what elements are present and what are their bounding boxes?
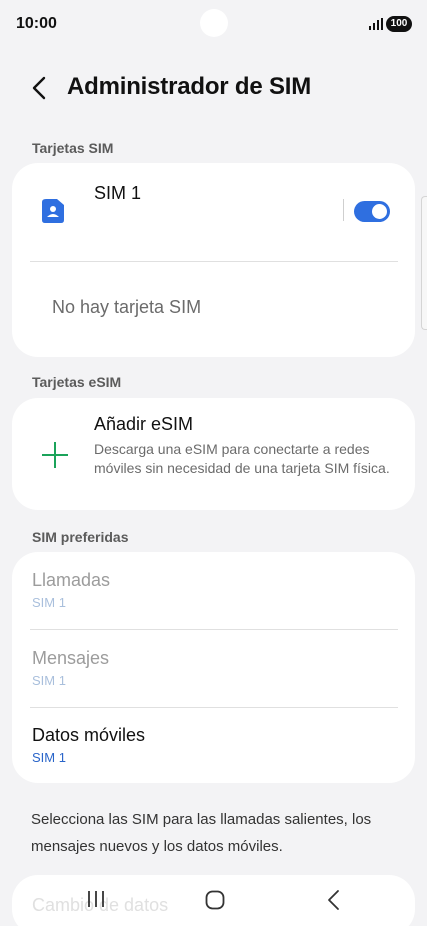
- add-esim-title: Añadir eSIM: [94, 414, 194, 434]
- preferred-data-value: SIM 1: [32, 750, 66, 765]
- nav-back-icon[interactable]: [326, 889, 340, 911]
- add-esim-card[interactable]: Añadir eSIM Descarga una eSIM para conec…: [12, 398, 415, 510]
- divider: [30, 707, 398, 708]
- edge-panel-handle[interactable]: [421, 196, 427, 330]
- recents-icon[interactable]: [86, 890, 106, 908]
- no-sim-text: No hay tarjeta SIM: [52, 297, 202, 317]
- toggle-knob: [372, 204, 387, 219]
- status-time: 10:00: [16, 15, 57, 32]
- toggle-divider: [343, 199, 344, 221]
- section-label-esim-cards: Tarjetas eSIM: [32, 374, 122, 390]
- camera-cutout: [200, 9, 228, 37]
- home-icon[interactable]: [205, 890, 225, 910]
- preferred-messages-title: Mensajes: [32, 648, 110, 668]
- preferred-data-item[interactable]: Datos móviles SIM 1: [32, 725, 145, 765]
- status-bar: 10:00 100: [0, 0, 427, 50]
- preferred-sim-card: Llamadas SIM 1 Mensajes SIM 1 Datos móvi…: [12, 552, 415, 783]
- app-header: Administrador de SIM: [0, 68, 427, 108]
- battery-indicator: 100: [386, 16, 412, 32]
- section-label-sim-cards: Tarjetas SIM: [32, 140, 114, 156]
- sim1-row[interactable]: SIM 1: [12, 163, 415, 260]
- divider: [30, 261, 398, 262]
- page-title: Administrador de SIM: [67, 73, 312, 100]
- navigation-bar: [0, 880, 427, 926]
- preferred-calls-item: Llamadas SIM 1: [32, 570, 110, 610]
- section-label-preferred: SIM preferidas: [32, 529, 129, 545]
- preferred-calls-value: SIM 1: [32, 595, 66, 610]
- back-arrow-icon[interactable]: [28, 74, 50, 102]
- preferred-messages-value: SIM 1: [32, 673, 66, 688]
- sim-cards-card: SIM 1 No hay tarjeta SIM: [12, 163, 415, 357]
- preferred-data-title: Datos móviles: [32, 725, 146, 745]
- sim-card-icon: [42, 199, 64, 223]
- signal-icon: [369, 18, 383, 30]
- divider: [30, 629, 398, 630]
- sim1-name: SIM 1: [94, 183, 142, 203]
- add-esim-description: Descarga una eSIM para conectarte a rede…: [94, 441, 390, 476]
- footnote-text: Selecciona las SIM para las llamadas sal…: [31, 811, 372, 855]
- sim1-toggle[interactable]: [354, 201, 390, 222]
- preferred-calls-title: Llamadas: [32, 570, 111, 590]
- preferred-messages-item: Mensajes SIM 1: [32, 648, 109, 688]
- plus-icon: [42, 442, 68, 468]
